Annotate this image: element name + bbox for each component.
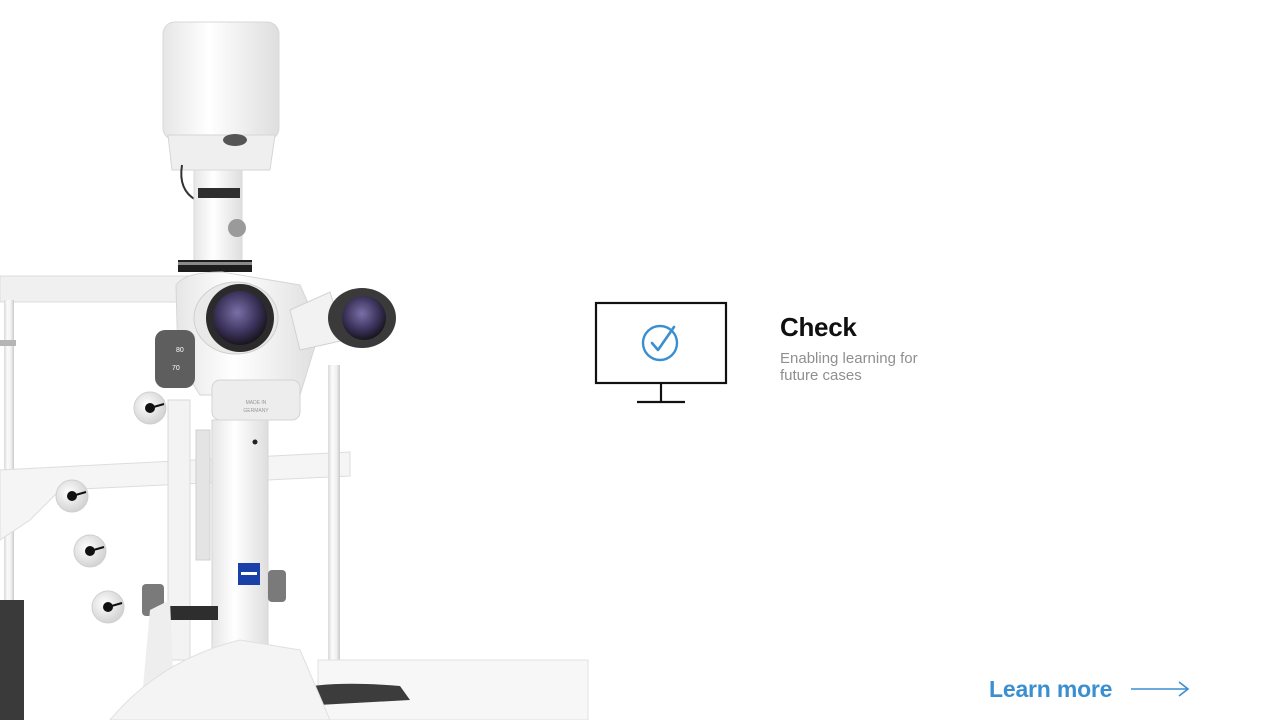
slide: MADE IN GERMANY 80 70 Check Enabling lea…: [0, 0, 1280, 720]
feature-description: Enabling learning for future cases: [780, 350, 918, 384]
feature-title: Check: [780, 312, 857, 342]
svg-text:GERMANY: GERMANY: [243, 408, 269, 414]
svg-text:MADE IN: MADE IN: [246, 400, 267, 406]
learn-more-label: Learn more: [989, 675, 1113, 702]
svg-text:80: 80: [176, 347, 184, 354]
learn-more-link[interactable]: Learn more: [989, 672, 1190, 706]
svg-text:70: 70: [172, 365, 180, 372]
arrow-right-icon: [1131, 681, 1190, 697]
slit-lamp-image: MADE IN GERMANY 80 70: [0, 21, 589, 720]
monitor-check-icon: [594, 301, 728, 404]
feature-text-block: Check Enabling learning for future cases: [780, 312, 1000, 384]
